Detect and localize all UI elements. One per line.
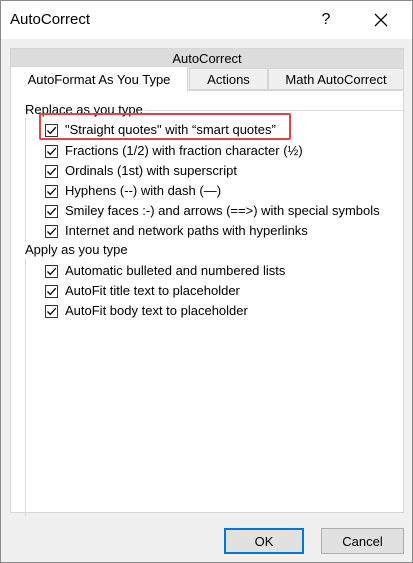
autocorrect-dialog: AutoCorrect ? AutoCorrect AutoFormat As … [0,0,413,563]
cancel-button-label: Cancel [342,533,383,549]
checkmark-icon [47,167,57,175]
checkmark-icon [47,187,57,195]
tab-autoformat-label: AutoFormat As You Type [27,72,171,87]
option-label: Smiley faces :-) and arrows (==>) with s… [65,203,380,218]
checkbox[interactable] [45,144,58,158]
option-label: "Straight quotes" with “smart quotes” [65,122,276,137]
checkmark-icon [47,307,57,315]
checkbox[interactable] [45,164,58,178]
checkmark-icon [47,126,57,134]
option-fractions[interactable]: Fractions (1/2) with fraction character … [45,142,303,160]
checkbox[interactable] [45,224,58,238]
apply-section-label: Apply as you type [25,242,130,258]
title-bar: AutoCorrect ? [1,1,412,39]
checkbox[interactable] [45,284,58,298]
option-smiley-faces[interactable]: Smiley faces :-) and arrows (==>) with s… [45,202,380,220]
cancel-button[interactable]: Cancel [321,528,404,554]
close-button[interactable] [358,1,404,39]
ok-button-label: OK [254,533,274,549]
tab-autocorrect[interactable]: AutoCorrect [10,48,404,68]
checkmark-icon [47,207,57,215]
option-internet-paths[interactable]: Internet and network paths with hyperlin… [45,222,308,240]
checkbox[interactable] [45,264,58,278]
tab-actions[interactable]: Actions [189,68,268,90]
option-label: Fractions (1/2) with fraction character … [65,143,303,158]
tab-math-label: Math AutoCorrect [285,71,387,87]
option-straight-quotes[interactable]: "Straight quotes" with “smart quotes” [45,121,276,139]
checkmark-icon [47,147,57,155]
option-autofit-body[interactable]: AutoFit body text to placeholder [45,302,248,320]
option-hyphens[interactable]: Hyphens (--) with dash (—) [45,182,221,200]
tab-actions-label: Actions [207,71,250,87]
dialog-title: AutoCorrect [10,11,91,28]
option-bulleted-lists[interactable]: Automatic bulleted and numbered lists [45,262,285,280]
option-label: AutoFit title text to placeholder [65,283,240,298]
option-autofit-title[interactable]: AutoFit title text to placeholder [45,282,240,300]
ok-button[interactable]: OK [224,528,304,554]
checkmark-icon [47,267,57,275]
checkbox[interactable] [45,304,58,318]
option-label: Ordinals (1st) with superscript [65,163,237,178]
checkbox[interactable] [45,184,58,198]
replace-section-label: Replace as you type [25,102,145,118]
checkbox[interactable] [45,204,58,218]
tab-math-autocorrect[interactable]: Math AutoCorrect [268,68,404,90]
close-icon [374,13,388,27]
checkbox[interactable] [45,123,58,137]
checkmark-icon [47,287,57,295]
option-label: AutoFit body text to placeholder [65,303,248,318]
option-ordinals[interactable]: Ordinals (1st) with superscript [45,162,237,180]
option-label: Internet and network paths with hyperlin… [65,223,308,238]
help-icon: ? [321,11,331,28]
checkmark-icon [47,227,57,235]
option-label: Hyphens (--) with dash (—) [65,183,222,198]
help-button[interactable]: ? [303,1,349,39]
tab-autocorrect-label: AutoCorrect [172,51,242,66]
option-label: Automatic bulleted and numbered lists [65,263,286,278]
tab-autoformat-as-you-type[interactable]: AutoFormat As You Type [10,66,188,92]
